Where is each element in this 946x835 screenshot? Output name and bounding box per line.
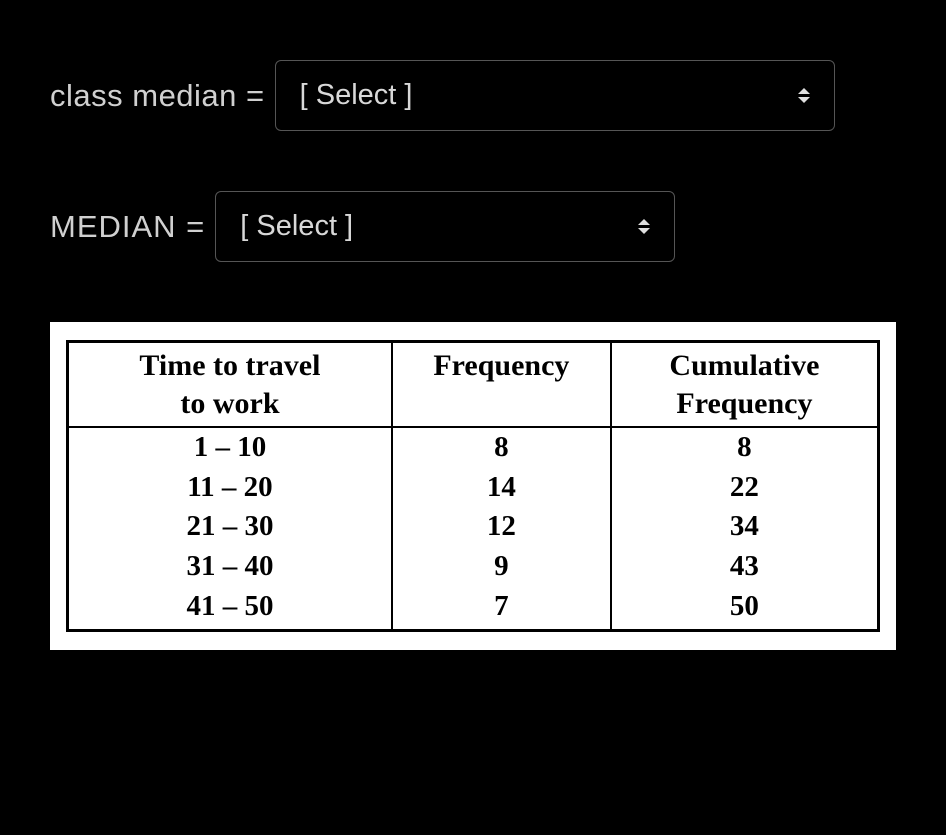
header-time: Time to travel to work <box>68 342 392 428</box>
cell-range: 21 – 30 <box>68 507 392 547</box>
table-row: 31 – 40 9 43 <box>68 547 879 587</box>
class-median-select[interactable]: [ Select ] <box>275 60 835 131</box>
cell-cum: 8 <box>611 427 879 468</box>
table-row: 21 – 30 12 34 <box>68 507 879 547</box>
median-label: MEDIAN = <box>50 209 205 245</box>
table-header-row: Time to travel to work Frequency Cumulat… <box>68 342 879 428</box>
cell-freq: 8 <box>392 427 611 468</box>
header-frequency: Frequency <box>392 342 611 428</box>
table-row: 1 – 10 8 8 <box>68 427 879 468</box>
cell-cum: 22 <box>611 468 879 508</box>
median-select[interactable]: [ Select ] <box>215 191 675 262</box>
cell-freq: 14 <box>392 468 611 508</box>
cell-cum: 50 <box>611 587 879 631</box>
header-cumulative: Cumulative Frequency <box>611 342 879 428</box>
chevron-updown-icon <box>798 88 810 103</box>
frequency-table: Time to travel to work Frequency Cumulat… <box>66 340 880 632</box>
chevron-updown-icon <box>638 219 650 234</box>
cell-freq: 9 <box>392 547 611 587</box>
table-row: 41 – 50 7 50 <box>68 587 879 631</box>
cell-cum: 34 <box>611 507 879 547</box>
select-placeholder-text: [ Select ] <box>300 79 413 112</box>
cell-range: 11 – 20 <box>68 468 392 508</box>
cell-range: 1 – 10 <box>68 427 392 468</box>
cell-range: 41 – 50 <box>68 587 392 631</box>
cell-freq: 7 <box>392 587 611 631</box>
table-row: 11 – 20 14 22 <box>68 468 879 508</box>
cell-cum: 43 <box>611 547 879 587</box>
cell-freq: 12 <box>392 507 611 547</box>
select-placeholder-text: [ Select ] <box>240 210 353 243</box>
frequency-table-container: Time to travel to work Frequency Cumulat… <box>50 322 896 650</box>
class-median-row: class median = [ Select ] <box>50 60 896 131</box>
median-row: MEDIAN = [ Select ] <box>50 191 896 262</box>
class-median-label: class median = <box>50 78 265 114</box>
cell-range: 31 – 40 <box>68 547 392 587</box>
